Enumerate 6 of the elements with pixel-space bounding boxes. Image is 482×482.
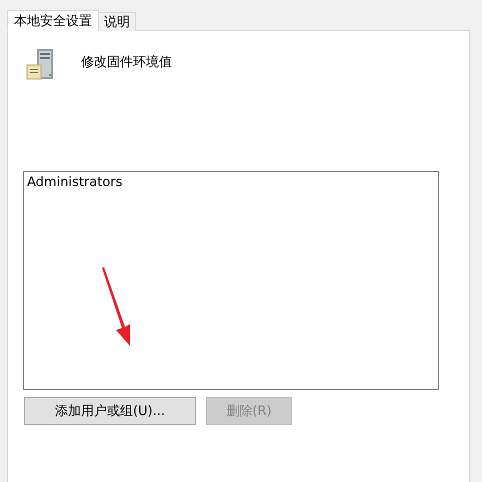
tab[interactable]: 说明	[98, 12, 136, 31]
tab[interactable]: 本地安全设置	[7, 10, 99, 31]
list-item[interactable]: Administrators	[27, 174, 435, 191]
policy-title: 修改固件环境值	[81, 54, 172, 71]
members-list[interactable]: Administrators	[23, 171, 439, 390]
add-button[interactable]: 添加用户或组(U)...	[24, 397, 196, 425]
